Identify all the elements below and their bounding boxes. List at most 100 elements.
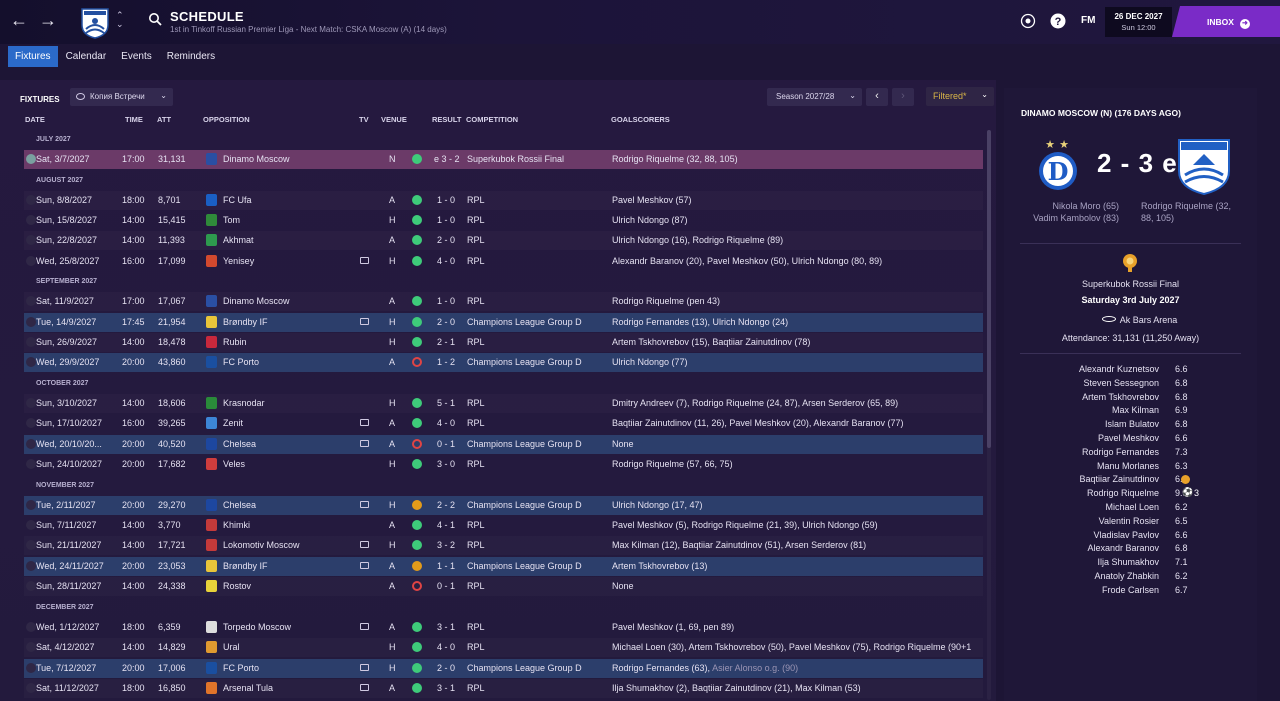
fixture-row[interactable]: Tue, 7/12/2027 20:00 17,006 FC Porto H 2 - 0 C… [24,659,983,678]
fixture-row[interactable]: Sun, 24/10/2027 20:00 17,682 Veles H 3 - 0 RPL… [24,455,983,474]
fixture-opposition[interactable]: Dinamo Moscow [223,154,290,164]
row-select-dot[interactable] [26,215,36,225]
opposition-crest-icon[interactable] [206,458,217,470]
fixture-row[interactable]: Tue, 14/9/2027 17:45 21,954 Brøndby IF H 2 - … [24,313,983,332]
row-select-dot[interactable] [26,357,36,367]
back-arrow-icon[interactable]: ← [9,10,29,31]
opposition-crest-icon[interactable] [206,499,217,511]
fixture-row[interactable]: Sat, 4/12/2027 14:00 14,829 Ural H 4 - 0 RPL Mi… [24,638,983,657]
opposition-crest-icon[interactable] [206,580,217,592]
player-rating-row[interactable]: Pavel Meshkov 6.6 [1020,433,1241,447]
club-switch-chevron-icon[interactable]: ⌃ ⌄ [116,11,124,29]
tab-events[interactable]: Events [114,46,159,67]
fixture-competition[interactable]: RPL [467,459,485,469]
fixture-competition[interactable]: RPL [467,296,485,306]
fixture-result[interactable]: 1 - 0 [437,195,455,205]
fixture-row[interactable]: Wed, 24/11/2027 20:00 23,053 Brøndby IF A 1 -… [24,557,983,576]
fixture-row[interactable]: Wed, 1/12/2027 18:00 6,359 Torpedo Moscow A 3… [24,618,983,637]
fixture-result[interactable]: 2 - 2 [437,500,455,510]
player-rating-row[interactable]: Baqtiiar Zainutdinov6.6 [1020,474,1241,488]
fixture-opposition[interactable]: Akhmat [223,235,254,245]
fixture-result[interactable]: 1 - 0 [437,215,455,225]
help-icon[interactable]: ? [1050,13,1066,29]
fixture-row[interactable]: Sun, 17/10/2027 16:00 39,265 Zenit A 4 - 0 RPL… [24,414,983,433]
fixture-opposition[interactable]: Arsenal Tula [223,683,273,693]
fixture-result[interactable]: 2 - 1 [437,337,455,347]
fixture-row[interactable]: Wed, 25/8/2027 16:00 17,099 Yenisey H 4 - 0 RP… [24,252,983,271]
game-status-icon[interactable] [1020,13,1036,29]
summary-stadium[interactable]: Ak Bars Arena [1004,315,1257,325]
fixture-opposition[interactable]: FC Porto [223,663,259,673]
opposition-crest-icon[interactable] [206,662,217,674]
fixture-opposition[interactable]: Krasnodar [223,398,265,408]
fixture-competition[interactable]: RPL [467,337,485,347]
player-rating-row[interactable]: Vladislav Pavlov 6.6 [1020,530,1241,544]
fixture-competition[interactable]: RPL [467,235,485,245]
player-rating-row[interactable]: Islam Bulatov 6.8 [1020,419,1241,433]
row-select-dot[interactable] [26,663,36,673]
row-select-dot[interactable] [26,439,36,449]
fixture-competition[interactable]: RPL [467,398,485,408]
fixture-result[interactable]: 4 - 1 [437,520,455,530]
fixture-opposition[interactable]: Yenisey [223,256,254,266]
player-rating-row[interactable]: Alexandr Baranov 6.8 [1020,543,1241,557]
fixture-result[interactable]: 5 - 1 [437,398,455,408]
row-select-dot[interactable] [26,520,36,530]
search-icon[interactable] [148,12,162,26]
col-venue[interactable]: VENUE [381,115,407,124]
club-crest-icon[interactable] [80,5,110,39]
fixture-competition[interactable]: Champions League Group D [467,500,582,510]
row-select-dot[interactable] [26,398,36,408]
scrollbar-thumb[interactable] [987,130,991,448]
fixture-opposition[interactable]: Khimki [223,520,250,530]
row-select-dot[interactable] [26,561,36,571]
forward-arrow-icon[interactable]: → [38,10,58,31]
fixture-row[interactable]: Sun, 26/9/2027 14:00 18,478 Rubin H 2 - 1 RPL A… [24,333,983,352]
fixture-opposition[interactable]: Chelsea [223,439,256,449]
row-select-dot[interactable] [26,195,36,205]
player-rating-row[interactable]: Ilja Shumakhov 7.1 [1020,557,1241,571]
fixture-row[interactable]: Sat, 3/7/2027 17:00 31,131 Dinamo Moscow Ne … [24,150,983,169]
fixture-result[interactable]: 2 - 0 [437,317,455,327]
opposition-crest-icon[interactable] [206,539,217,551]
row-select-dot[interactable] [26,317,36,327]
fixture-competition[interactable]: RPL [467,683,485,693]
fixture-result[interactable]: 1 - 0 [437,296,455,306]
fixture-competition[interactable]: RPL [467,418,485,428]
row-select-dot[interactable] [26,500,36,510]
fixture-competition[interactable]: Champions League Group D [467,663,582,673]
fixture-row[interactable]: Sun, 8/8/2027 18:00 8,701 FC Ufa A 1 - 0 RPL Pa… [24,191,983,210]
fixture-result[interactable]: 0 - 1 [437,581,455,591]
row-select-dot[interactable] [26,683,36,693]
dinamo-moscow-crest-icon[interactable]: ★ ★ D [1037,137,1079,193]
player-rating-row[interactable]: Rodrigo Fernandes 7.3 [1020,447,1241,461]
fixture-row[interactable]: Sun, 3/10/2027 14:00 18,606 Krasnodar H 5 - 1… [24,394,983,413]
opposition-crest-icon[interactable] [206,153,217,165]
opposition-crest-icon[interactable] [206,682,217,694]
opposition-crest-icon[interactable] [206,356,217,368]
fixture-opposition[interactable]: Veles [223,459,245,469]
opposition-crest-icon[interactable] [206,519,217,531]
fixture-opposition[interactable]: Dinamo Moscow [223,296,290,306]
opposition-crest-icon[interactable] [206,214,217,226]
col-tv[interactable]: TV [359,115,369,124]
fm-menu-button[interactable]: FM [1081,15,1095,26]
col-att[interactable]: ATT [157,115,171,124]
row-select-dot[interactable] [26,418,36,428]
col-goalscorers[interactable]: GOALSCORERS [611,115,670,124]
player-rating-row[interactable]: Artem Tskhovrebov 6.8 [1020,392,1241,406]
fixture-row[interactable]: Sat, 11/9/2027 17:00 17,067 Dinamo Moscow A 1… [24,292,983,311]
player-rating-row[interactable]: Steven Sessegnon 6.8 [1020,378,1241,392]
baltika-crest-icon[interactable] [1177,137,1231,195]
fixture-result[interactable]: 1 - 2 [437,357,455,367]
fixture-opposition[interactable]: Chelsea [223,500,256,510]
fixture-result[interactable]: 4 - 0 [437,256,455,266]
fixture-opposition[interactable]: Tom [223,215,240,225]
tab-fixtures[interactable]: Fixtures [8,46,58,67]
player-rating-row[interactable]: Rodrigo Riquelme 9.8 ⚽ 3 [1020,487,1241,502]
player-rating-row[interactable]: Alexandr Kuznetsov 6.6 [1020,364,1241,378]
fixture-row[interactable]: Wed, 29/9/2027 20:00 43,860 FC Porto A 1 - 2 C… [24,353,983,372]
row-select-dot[interactable] [26,642,36,652]
col-competition[interactable]: COMPETITION [466,115,518,124]
player-rating-row[interactable]: Anatoly Zhabkin 6.2 [1020,571,1241,585]
